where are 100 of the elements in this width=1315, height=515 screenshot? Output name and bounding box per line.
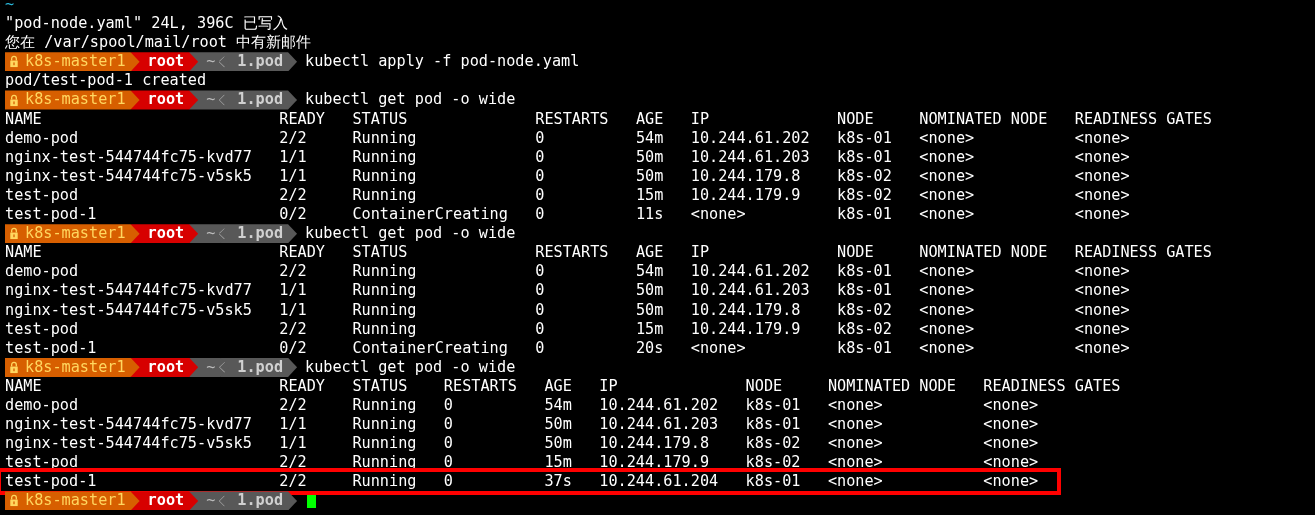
table-cell-text: 10.244.179.8 xyxy=(690,166,802,186)
table-cell-text: Running xyxy=(352,415,418,435)
command-text: kubectl get pod -o wide xyxy=(305,90,516,110)
lock-icon xyxy=(9,227,19,241)
table-cell-text: 2/2 xyxy=(279,185,308,206)
folder-segment: 1.pod xyxy=(220,52,298,72)
table-cell-text: <none> xyxy=(919,281,976,301)
table-cell-text: <none> xyxy=(983,395,1040,416)
table-cell-text: Running xyxy=(352,166,418,186)
column-header: AGE xyxy=(635,109,665,129)
table-cell-text: <none> xyxy=(919,205,976,225)
table-cell-text: <none> xyxy=(1074,166,1131,186)
table-cell-text: Running xyxy=(352,281,418,301)
table-cell-text: <none> xyxy=(1074,205,1131,225)
table-cell-text: 0 xyxy=(535,300,546,320)
table-cell-text: 10.244.179.9 xyxy=(690,185,802,206)
column-header: RESTARTS xyxy=(535,243,610,263)
command-text: kubectl get pod -o wide xyxy=(305,224,516,244)
host-name: k8s-master1 xyxy=(25,491,126,510)
table-cell-text: Running xyxy=(352,262,418,282)
table-cell-text: k8s-01 xyxy=(745,472,802,492)
table-cell-text: 10.244.179.8 xyxy=(690,300,802,320)
table-cell-text: test-pod-1 xyxy=(5,205,98,225)
host-name: k8s-master1 xyxy=(25,52,126,72)
table-cell-text: 20s xyxy=(635,338,665,358)
table-cell-text: 0 xyxy=(443,434,454,454)
table-cell-text: 1/1 xyxy=(279,147,308,167)
table-cell-text: <none> xyxy=(983,453,1040,473)
column-header: AGE xyxy=(544,376,573,396)
table-cell-text: <none> xyxy=(1074,300,1131,320)
column-header: NOMINATED NODE xyxy=(827,376,957,396)
column-header: AGE xyxy=(635,243,665,263)
column-header: STATUS xyxy=(352,109,409,129)
table-cell-text: k8s-01 xyxy=(837,147,893,167)
host-name: k8s-master1 xyxy=(25,357,126,377)
table-cell-text: Running xyxy=(352,128,418,148)
table-cell-text: demo-pod xyxy=(5,262,80,282)
column-header: RESTARTS xyxy=(443,376,518,396)
table-cell-text: 0 xyxy=(535,281,546,301)
table-cell-text: <none> xyxy=(827,453,884,473)
table-cell-text: 0/2 xyxy=(279,205,308,225)
column-header: IP xyxy=(690,243,711,263)
table-cell-text: <none> xyxy=(690,338,747,358)
table-cell-text: 15m xyxy=(544,453,573,473)
table-cell-text: 1/1 xyxy=(279,300,308,320)
table-cell-text: 0 xyxy=(443,395,454,416)
table-cell-text: Running xyxy=(352,185,418,206)
column-header: STATUS xyxy=(352,376,409,396)
table-cell-text: k8s-02 xyxy=(837,300,893,320)
command-text: kubectl apply -f pod-node.yaml xyxy=(305,52,580,72)
table-cell-text: test-pod-1 xyxy=(5,338,98,358)
table-cell-text: 54m xyxy=(544,395,573,416)
column-header: READINESS GATES xyxy=(1074,243,1213,263)
table-cell-text: 0 xyxy=(535,147,546,167)
table-cell-text: <none> xyxy=(827,415,884,435)
folder-segment: 1.pod xyxy=(220,357,298,377)
table-cell-text: 50m xyxy=(544,434,573,454)
table-cell-text: 2/2 xyxy=(279,472,308,492)
column-header: NODE xyxy=(745,376,784,396)
column-header: NAME xyxy=(5,109,43,129)
column-header: NAME xyxy=(5,376,43,396)
empty-line-marker: ~ xyxy=(5,0,15,15)
folder-segment: 1.pod xyxy=(220,491,298,510)
table-cell-text: <none> xyxy=(1074,338,1131,358)
table-cell-text: 1/1 xyxy=(279,166,308,186)
table-cell-text: k8s-02 xyxy=(745,434,802,454)
table-cell-text: 0 xyxy=(535,338,546,358)
column-header: READY xyxy=(279,109,326,129)
table-cell-text: 10.244.61.203 xyxy=(599,415,720,435)
table-cell-text: nginx-test-544744fc75-kvd77 xyxy=(5,147,253,167)
table-cell-text: k8s-01 xyxy=(837,281,893,301)
table-cell-text: 15m xyxy=(635,319,665,339)
table-cell-text: 15m xyxy=(635,185,665,206)
table-cell-text: 10.244.61.202 xyxy=(690,262,811,282)
table-cell-text: <none> xyxy=(919,147,976,167)
table-cell-text: ContainerCreating xyxy=(352,338,509,358)
table-cell-text: nginx-test-544744fc75-kvd77 xyxy=(5,281,253,301)
table-cell-text: <none> xyxy=(1074,147,1131,167)
output-text: pod/test-pod-1 created xyxy=(5,71,207,91)
table-cell-text: <none> xyxy=(827,472,884,492)
table-cell-text: 37s xyxy=(544,472,573,492)
table-cell-text: 1/1 xyxy=(279,281,308,301)
table-cell-text: <none> xyxy=(690,205,747,225)
table-cell-text: nginx-test-544744fc75-v5sk5 xyxy=(5,166,253,186)
table-cell-text: <none> xyxy=(919,262,976,282)
table-cell-text: 0 xyxy=(535,185,546,206)
table-cell-text: 50m xyxy=(544,415,573,435)
table-cell-text: k8s-01 xyxy=(837,128,893,148)
column-header: NODE xyxy=(837,109,875,129)
table-cell-text: 0 xyxy=(535,166,546,186)
table-cell-text: 0 xyxy=(443,472,454,492)
column-header: READINESS GATES xyxy=(983,376,1122,396)
table-cell-text: 1/1 xyxy=(279,434,308,454)
column-header: NOMINATED NODE xyxy=(919,243,1049,263)
table-cell-text: test-pod xyxy=(5,185,80,206)
table-cell-text: <none> xyxy=(919,185,976,206)
column-header: IP xyxy=(599,376,619,396)
table-cell-text: <none> xyxy=(983,434,1040,454)
table-cell-text: 50m xyxy=(635,281,665,301)
column-header: READY xyxy=(279,243,326,263)
